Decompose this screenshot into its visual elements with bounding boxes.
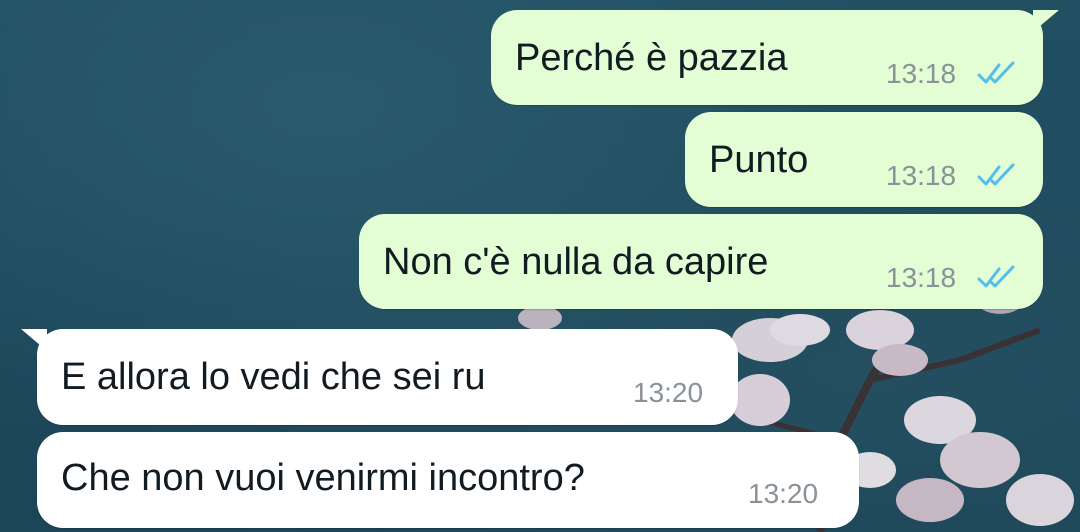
message-text: Che non vuoi venirmi incontro? [61,457,585,499]
message-text: E allora lo vedi che sei ru [61,356,486,398]
message-time: 13:18 [886,160,957,191]
message-bubble-incoming[interactable]: Che non vuoi venirmi incontro? 13:20 [37,432,859,528]
double-check-icon [977,61,1015,84]
double-check-icon [977,163,1015,186]
message-text: Perché è pazzia [515,37,788,79]
message-time: 13:18 [886,58,957,89]
message-text: Punto [709,139,809,181]
message-time: 13:18 [886,262,957,293]
message-bubble-outgoing[interactable]: Perché è pazzia 13:18 [491,10,1059,105]
double-check-icon [977,265,1015,288]
message-bubble-outgoing[interactable]: Punto 13:18 [685,112,1043,207]
bubble-tail [21,329,47,351]
message-time: 13:20 [633,377,704,408]
message-bubble-outgoing[interactable]: Non c'è nulla da capire 13:18 [359,214,1043,309]
bubble-tail [1033,10,1059,32]
message-bubble-incoming[interactable]: E allora lo vedi che sei ru 13:20 [21,329,738,425]
message-time: 13:20 [748,478,819,509]
message-text: Non c'è nulla da capire [383,241,769,283]
